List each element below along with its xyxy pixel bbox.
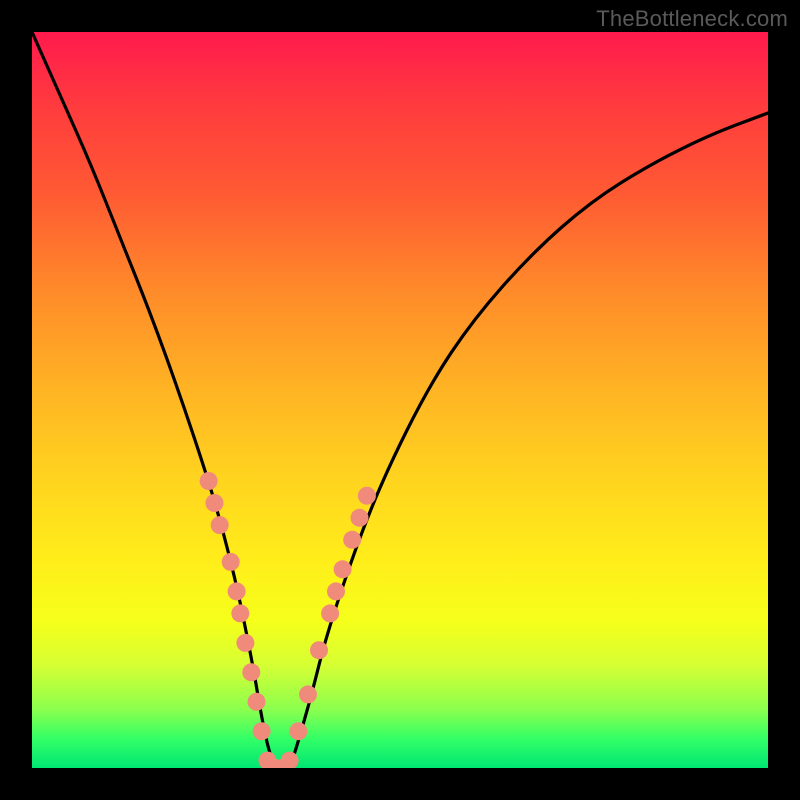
highlight-dot <box>248 693 266 711</box>
highlight-dot <box>321 604 339 622</box>
bottleneck-curve <box>32 32 768 768</box>
highlight-dot <box>351 509 369 527</box>
highlight-dot <box>200 472 218 490</box>
highlight-dot <box>231 604 249 622</box>
chart-frame: TheBottleneck.com <box>0 0 800 800</box>
highlight-dot <box>222 553 240 571</box>
watermark-text: TheBottleneck.com <box>596 6 788 32</box>
highlight-dot <box>236 634 254 652</box>
highlight-dot <box>334 560 352 578</box>
plot-area <box>32 32 768 768</box>
highlight-dot <box>327 582 345 600</box>
highlight-dot <box>253 722 271 740</box>
highlight-dot <box>206 494 224 512</box>
highlight-dot <box>358 487 376 505</box>
highlight-dot <box>242 663 260 681</box>
bottleneck-curve-svg <box>32 32 768 768</box>
highlight-dot <box>299 685 317 703</box>
highlight-dot <box>289 722 307 740</box>
highlight-dot <box>211 516 229 534</box>
highlight-dot <box>228 582 246 600</box>
highlight-dot <box>343 531 361 549</box>
highlight-dot <box>310 641 328 659</box>
highlight-dots <box>200 472 376 768</box>
